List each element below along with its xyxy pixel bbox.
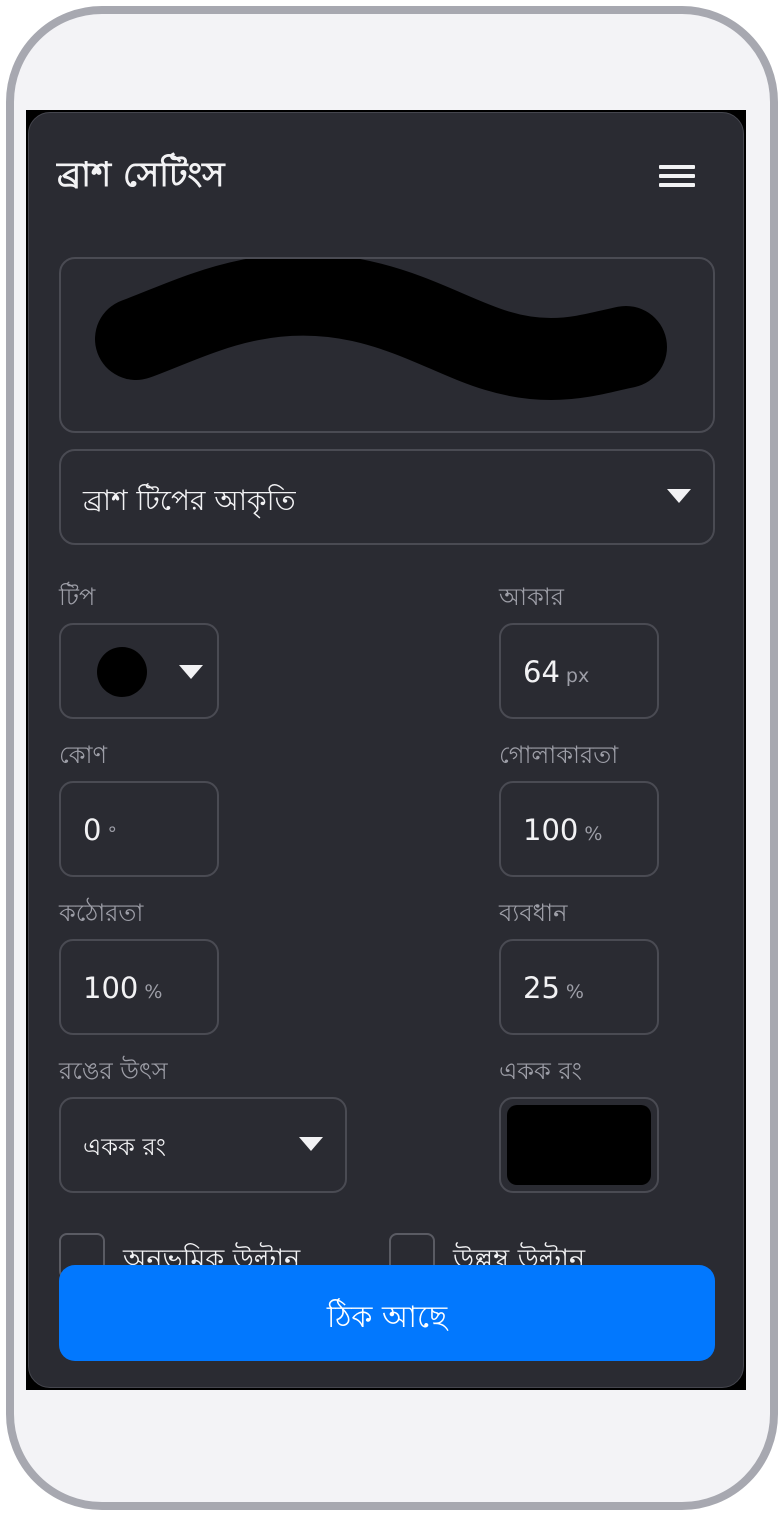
hardness-unit: % [144,981,163,1003]
spacing-value: 25 [523,971,560,1005]
ok-button-label: ঠিক আছে [326,1300,448,1335]
roundness-unit: % [584,823,603,845]
color-source-dropdown[interactable]: একক রং [59,1097,347,1193]
size-input[interactable]: 64 px [499,623,659,719]
size-unit: px [565,665,590,687]
angle-unit: ° [107,823,117,845]
chevron-down-icon [667,489,691,503]
brush-tip-shape-dropdown[interactable]: ব্রাশ টিপের আকৃতি [59,449,715,545]
spacing-label: ব্যবধান [499,899,568,927]
color-source-value: একক রং [83,1133,166,1161]
hardness-label: কঠোরতা [59,899,144,927]
tip-label: টিপ [59,583,96,611]
spacing-unit: % [565,981,584,1003]
hardness-input[interactable]: 100% [59,939,219,1035]
brush-tip-shape-label: ব্রাশ টিপের আকৃতি [83,484,296,517]
round-brush-tip-icon [97,647,147,697]
solid-color-picker[interactable] [499,1097,659,1193]
brush-stroke-preview [59,253,715,433]
angle-label: কোণ [59,741,108,769]
hamburger-menu-icon[interactable] [655,159,699,193]
tip-shape-dropdown[interactable] [59,623,219,719]
color-swatch [507,1105,651,1185]
brush-settings-dialog: ব্রাশ সেটিংস ব্রাশ টিপের আকৃতি টিপ আকার … [28,112,744,1388]
solid-color-label: একক রং [499,1057,582,1085]
roundness-label: গোলাকারতা [499,741,619,769]
ok-button[interactable]: ঠিক আছে [59,1265,715,1361]
roundness-input[interactable]: 100% [499,781,659,877]
chevron-down-icon [299,1137,323,1151]
color-source-label: রঙের উৎস [59,1057,168,1085]
dialog-title: ব্রাশ সেটিংস [57,155,225,195]
size-label: আকার [499,583,564,611]
angle-input[interactable]: 0 ° [59,781,219,877]
brush-stroke-svg [95,253,667,401]
angle-value: 0 [83,813,102,847]
roundness-value: 100 [523,813,579,847]
chevron-down-icon [179,665,203,679]
spacing-input[interactable]: 25% [499,939,659,1035]
hardness-value: 100 [83,971,139,1005]
size-value: 64 [523,655,560,689]
